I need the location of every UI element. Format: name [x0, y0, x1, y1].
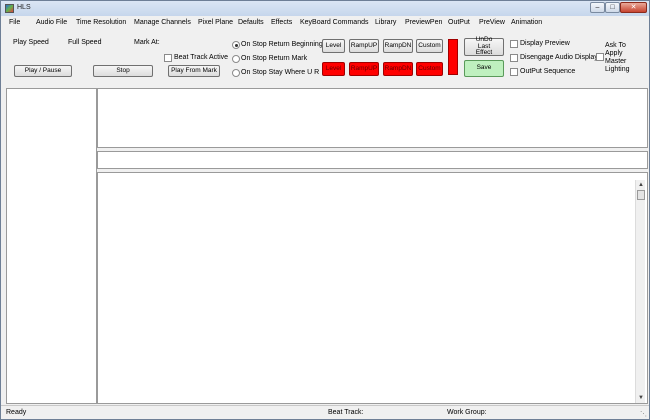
menu-output[interactable]: OutPut: [448, 19, 470, 26]
scroll-thumb[interactable]: [637, 190, 645, 200]
menu-bar: File Audio File Time Resolution Manage C…: [1, 16, 649, 31]
disengage-audio-checkbox[interactable]: [510, 54, 518, 62]
output-sequence-checkbox[interactable]: [510, 68, 518, 76]
master-lighting-checkbox[interactable]: [596, 53, 604, 61]
app-icon: [5, 4, 14, 13]
rampup-button[interactable]: RampUP: [349, 39, 379, 53]
undo-last-effect-button[interactable]: UnDo Last Effect: [464, 36, 504, 56]
status-beat-track: Beat Track:: [328, 409, 364, 416]
menu-keyboard-commands[interactable]: KeyBoard Commands: [300, 19, 368, 26]
radio-return-beginning-label: On Stop Return Beginning: [241, 41, 323, 48]
level-red-button[interactable]: Level: [322, 62, 345, 76]
menu-previewpen[interactable]: PreviewPen: [405, 19, 442, 26]
close-button[interactable]: ✕: [620, 2, 647, 13]
radio-stay-where-u-r[interactable]: [232, 69, 240, 77]
disengage-audio-label: Disengage Audio Display: [520, 54, 598, 61]
beat-track-checkbox[interactable]: [164, 54, 172, 62]
vertical-scrollbar[interactable]: ▲ ▼: [635, 180, 645, 403]
menu-file[interactable]: File: [9, 19, 20, 26]
menu-effects[interactable]: Effects: [271, 19, 292, 26]
output-sequence-label: OutPut Sequence: [520, 68, 576, 75]
scroll-up-icon[interactable]: ▲: [636, 180, 646, 190]
radio-return-mark-label: On Stop Return Mark: [241, 55, 308, 62]
play-pause-button[interactable]: Play / Pause: [14, 65, 72, 77]
radio-stay-where-u-r-label: On Stop Stay Where U R: [241, 69, 320, 76]
audio-display-panel[interactable]: [97, 88, 648, 148]
resize-grip-icon[interactable]: ⋱: [640, 410, 647, 418]
level-button[interactable]: Level: [322, 39, 345, 53]
menu-audio-file[interactable]: Audio File: [36, 19, 67, 26]
menu-library[interactable]: Library: [375, 19, 396, 26]
rampdn-button[interactable]: RampDN: [383, 39, 413, 53]
beat-track-label: Beat Track Active: [174, 54, 229, 61]
menu-pixel-plane[interactable]: Pixel Plane: [198, 19, 233, 26]
radio-return-mark[interactable]: [232, 55, 240, 63]
minimize-button[interactable]: –: [590, 2, 605, 13]
sequence-grid-panel[interactable]: [97, 172, 648, 404]
timeline-strip[interactable]: [97, 151, 648, 169]
channel-list-panel[interactable]: [6, 88, 97, 404]
full-speed-label: Full Speed: [68, 39, 102, 46]
menu-manage-channels[interactable]: Manage Channels: [134, 19, 191, 26]
rampdn-red-button[interactable]: RampDN: [383, 62, 413, 76]
menu-preview[interactable]: PreView: [479, 19, 505, 26]
custom-button[interactable]: Custom: [416, 39, 443, 53]
maximize-button[interactable]: □: [605, 2, 620, 13]
master-lighting-label: Ask To Apply Master Lighting: [605, 42, 630, 73]
stop-button[interactable]: Stop: [93, 65, 153, 77]
display-preview-label: Display Preview: [520, 40, 570, 47]
color-indicator-bar: [448, 39, 458, 75]
play-speed-label: Play Speed: [13, 39, 49, 46]
mark-at-label: Mark At:: [134, 39, 160, 46]
display-preview-checkbox[interactable]: [510, 40, 518, 48]
radio-return-beginning[interactable]: [232, 41, 240, 49]
title-bar: HLS – □ ✕: [1, 1, 649, 16]
status-work-group: Work Group:: [447, 409, 487, 416]
custom-red-button[interactable]: Custom: [416, 62, 443, 76]
status-bar: Ready Beat Track: Work Group: ⋱: [1, 405, 649, 419]
play-from-mark-button[interactable]: Play From Mark: [168, 65, 220, 77]
menu-time-resolution[interactable]: Time Resolution: [76, 19, 126, 26]
menu-defaults[interactable]: Defaults: [238, 19, 264, 26]
app-window: HLS – □ ✕ File Audio File Time Resolutio…: [0, 0, 650, 420]
window-title: HLS: [17, 4, 31, 11]
save-button[interactable]: Save: [464, 60, 504, 77]
status-ready: Ready: [6, 409, 27, 416]
rampup-red-button[interactable]: RampUP: [349, 62, 379, 76]
menu-animation[interactable]: Animation: [511, 19, 542, 26]
scroll-down-icon[interactable]: ▼: [636, 393, 646, 403]
